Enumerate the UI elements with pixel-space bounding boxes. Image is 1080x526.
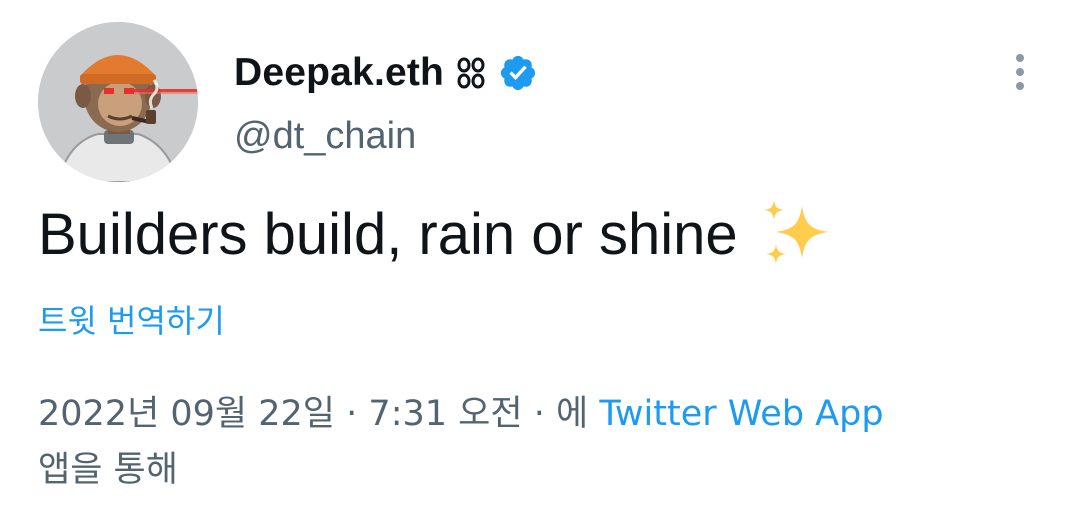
tweet-meta: 2022년 09월 22일 · 7:31 오전 · 에 Twitter Web …: [38, 386, 1048, 498]
translate-tweet-link[interactable]: 트윗 번역하기: [38, 296, 225, 342]
tweet-time[interactable]: 7:31 오전: [368, 394, 522, 434]
via-prefix: 에: [555, 394, 589, 434]
more-options-icon[interactable]: [1008, 50, 1032, 94]
tweet-text-content: Builders build, rain or shine: [38, 201, 738, 267]
source-app-link[interactable]: Twitter Web App: [599, 394, 883, 434]
author-handle[interactable]: @dt_chain: [234, 115, 416, 158]
chain-link-icon: [456, 56, 486, 90]
verified-badge-icon: [498, 53, 538, 93]
tweet-date[interactable]: 2022년 09월 22일: [38, 394, 335, 434]
tweet-text: Builders build, rain or shine: [38, 196, 834, 272]
via-suffix: 앱을 통해: [38, 450, 178, 490]
bored-ape-avatar: [38, 22, 198, 182]
sparkles-icon: [758, 196, 834, 272]
author-name-row[interactable]: Deepak.eth: [234, 48, 538, 98]
avatar[interactable]: [38, 22, 198, 182]
meta-separator: ·: [346, 394, 358, 434]
author-display-name[interactable]: Deepak.eth: [234, 51, 444, 95]
meta-separator: ·: [533, 394, 545, 434]
